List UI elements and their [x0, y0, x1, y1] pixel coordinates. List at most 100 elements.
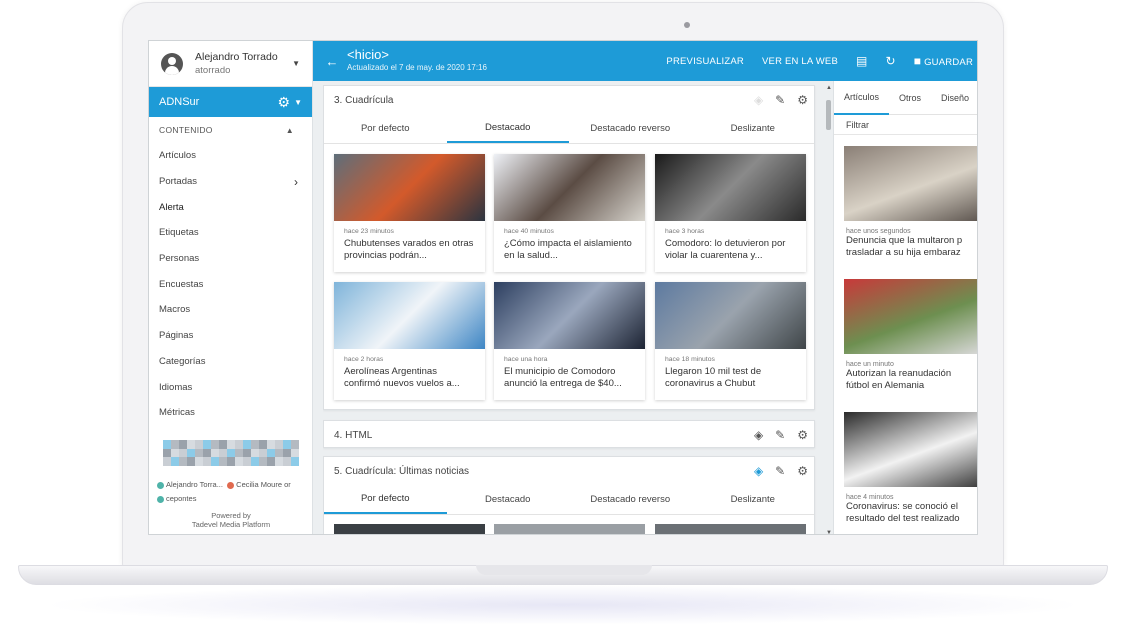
- logo-pixel: [171, 440, 179, 449]
- news-card[interactable]: hace una hora El municipio de Comodoro a…: [494, 282, 645, 400]
- logo-pixel: [243, 448, 251, 458]
- caret-down-icon[interactable]: ▼: [294, 98, 302, 107]
- save-button[interactable]: ■ GUARDAR: [914, 54, 973, 68]
- tab-destacado-reverso[interactable]: Destacado reverso: [569, 485, 692, 514]
- logo-pixel: [203, 440, 211, 449]
- tab-destacado[interactable]: Destacado: [446, 114, 569, 143]
- pencil-icon[interactable]: ✎: [775, 93, 785, 107]
- online-user-name: cepontes: [166, 494, 197, 503]
- html-panel: 4. HTML ◈ ✎ ⚙: [323, 420, 815, 448]
- sidebar-item-etiquetas[interactable]: Etiquetas: [149, 220, 312, 246]
- main-scrollbar[interactable]: ▲ ▼: [825, 85, 833, 534]
- article-headline: Coronavirus: se conoció el: [846, 501, 958, 512]
- paint-bucket-icon[interactable]: ◈: [754, 428, 763, 442]
- user-menu[interactable]: Alejandro Torrado atorrado ▼: [149, 41, 312, 87]
- article-time: hace 4 minutos: [846, 494, 894, 501]
- tab-articulos[interactable]: Artículos: [834, 81, 890, 115]
- news-card[interactable]: hace 3 horas Comodoro: lo detuvieron por…: [655, 154, 806, 272]
- view-web-button[interactable]: VER EN LA WEB: [762, 56, 838, 67]
- sidebar-item-label: Alerta: [159, 201, 184, 213]
- sidebar-item-idiomas[interactable]: Idiomas: [149, 374, 312, 400]
- sidebar-item-label: Encuestas: [159, 278, 204, 290]
- panel-tabs: Por defecto Destacado Destacado reverso …: [324, 485, 814, 515]
- logo-pixel: [211, 440, 219, 449]
- news-card[interactable]: hace 2 horas Aerolíneas Argentinas confi…: [334, 282, 485, 400]
- sidebar-item-personas[interactable]: Personas: [149, 246, 312, 272]
- tab-diseno[interactable]: Diseño: [931, 81, 977, 115]
- platform-name: Tadevel Media Platform: [191, 520, 271, 529]
- tab-deslizante[interactable]: Deslizante: [692, 485, 815, 514]
- laptop-notch: [476, 565, 652, 575]
- sidebar-item-portadas[interactable]: Portadas ›: [149, 169, 312, 195]
- logo-pixel: [267, 448, 275, 458]
- pencil-icon[interactable]: ✎: [775, 464, 785, 478]
- tab-deslizante[interactable]: Deslizante: [692, 114, 815, 143]
- sidebar-item-categorias[interactable]: Categorías: [149, 349, 312, 375]
- sidebar-item-encuestas[interactable]: Encuestas: [149, 271, 312, 297]
- floppy-disk-icon: ■: [913, 54, 922, 68]
- right-panel: Artículos Otros Diseño Filtrar hace unos…: [833, 81, 977, 534]
- news-card[interactable]: hace 40 minutos ¿Cómo impacta el aislami…: [494, 154, 645, 272]
- gear-icon[interactable]: ⚙: [278, 94, 291, 111]
- news-card[interactable]: hace 18 minutos Llegaron 10 mil test de …: [655, 282, 806, 400]
- comment-icon[interactable]: ▤: [856, 54, 868, 68]
- back-arrow-icon[interactable]: ←: [317, 54, 347, 69]
- article-item[interactable]: hace un minuto Autorizan la reanudación …: [844, 279, 977, 392]
- news-card-image[interactable]: [655, 524, 806, 534]
- logo-pixel: [275, 448, 283, 458]
- sidebar-item-alerta[interactable]: Alerta: [149, 194, 312, 220]
- logo-pixel: [243, 457, 251, 466]
- sidebar-item-macros[interactable]: Macros: [149, 297, 312, 323]
- caret-down-icon[interactable]: ▼: [292, 59, 300, 68]
- app-screen: Alejandro Torrado atorrado ▼ ADNSur ⚙ ▼ …: [148, 40, 978, 535]
- tab-por-defecto[interactable]: Por defecto: [324, 485, 447, 514]
- paint-bucket-icon[interactable]: ◈: [754, 93, 763, 107]
- news-card[interactable]: hace 23 minutos Chubutenses varados en o…: [334, 154, 485, 272]
- logo-pixel: [291, 440, 299, 449]
- preview-button[interactable]: PREVISUALIZAR: [666, 56, 744, 67]
- scroll-down-icon[interactable]: ▼: [826, 530, 832, 534]
- online-user[interactable]: cepontes: [157, 494, 196, 503]
- article-headline-cont: fútbol en Alemania: [846, 380, 925, 391]
- online-user[interactable]: Cecilia Moure or: [227, 480, 291, 489]
- sidebar-item-label: Idiomas: [159, 381, 193, 393]
- online-user[interactable]: Alejandro Torra...: [157, 480, 223, 489]
- news-card-image: [334, 154, 485, 221]
- sidebar-item-paginas[interactable]: Páginas: [149, 323, 312, 349]
- site-selector[interactable]: ADNSur ⚙ ▼: [149, 87, 312, 117]
- news-card-time: hace 40 minutos: [504, 228, 554, 235]
- gear-icon[interactable]: ⚙: [797, 464, 808, 478]
- filter-button[interactable]: Filtrar: [834, 115, 977, 135]
- gear-icon[interactable]: ⚙: [797, 428, 808, 442]
- paint-bucket-icon[interactable]: ◈: [754, 464, 763, 478]
- logo-pixel: [243, 440, 251, 449]
- sidebar-item-metricas[interactable]: Métricas: [149, 400, 312, 426]
- article-headline: Autorizan la reanudación: [846, 368, 952, 379]
- menu-section-header[interactable]: CONTENIDO ▲: [149, 117, 312, 143]
- scroll-up-icon[interactable]: ▲: [826, 85, 832, 91]
- user-info: Alejandro Torrado atorrado: [195, 51, 278, 77]
- news-card-image[interactable]: [334, 524, 485, 534]
- logo-pixel: [187, 448, 195, 458]
- save-button-label: GUARDAR: [924, 57, 973, 68]
- tab-destacado-reverso[interactable]: Destacado reverso: [569, 114, 692, 143]
- article-headline: Denuncia que la multaron p: [846, 235, 963, 246]
- refresh-icon[interactable]: ↻: [886, 54, 896, 68]
- sidebar-item-articulos[interactable]: Artículos: [149, 143, 312, 169]
- tab-otros[interactable]: Otros: [889, 81, 931, 115]
- gear-icon[interactable]: ⚙: [797, 93, 808, 107]
- scrollbar-thumb[interactable]: [826, 100, 831, 130]
- user-name: Alejandro Torrado: [195, 50, 278, 63]
- article-item[interactable]: hace 4 minutos Coronavirus: se conoció e…: [844, 412, 977, 525]
- tab-por-defecto[interactable]: Por defecto: [324, 114, 447, 143]
- logo-pixel: [195, 440, 203, 449]
- pencil-icon[interactable]: ✎: [775, 428, 785, 442]
- news-card-image[interactable]: [494, 524, 645, 534]
- news-card-time: hace una hora: [504, 356, 548, 363]
- online-dot-icon: [227, 481, 235, 489]
- caret-up-icon[interactable]: ▲: [286, 126, 294, 135]
- panel-title: 4. HTML: [334, 429, 373, 441]
- avatar-icon: [161, 52, 183, 75]
- tab-destacado[interactable]: Destacado: [447, 485, 570, 514]
- article-item[interactable]: hace unos segundos Denuncia que la multa…: [844, 146, 977, 259]
